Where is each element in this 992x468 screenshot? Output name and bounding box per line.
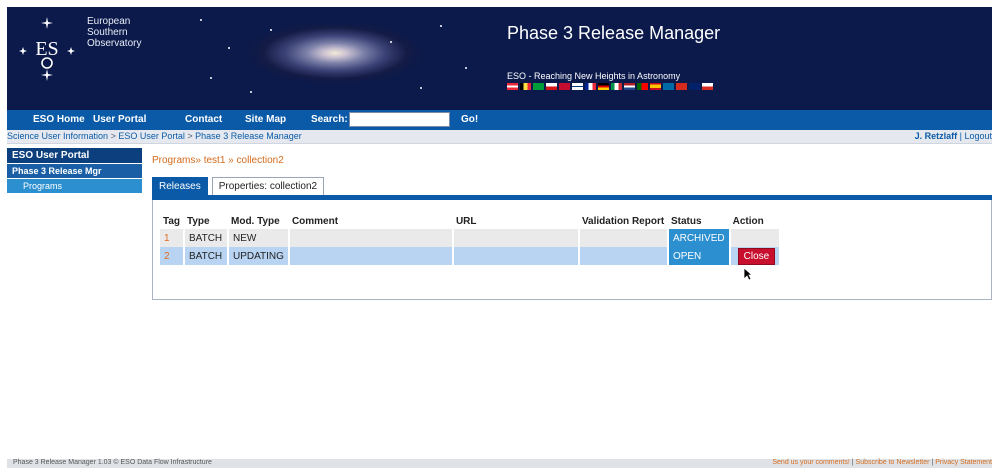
eso-logo-icon[interactable]: ES bbox=[17, 13, 77, 81]
table-row[interactable]: 1 BATCH NEW ARCHIVED bbox=[160, 229, 782, 247]
flag-icon[interactable] bbox=[533, 83, 544, 90]
flag-icon[interactable] bbox=[663, 83, 674, 90]
go-button[interactable]: Go! bbox=[461, 114, 478, 125]
column-header: Comment bbox=[291, 215, 339, 227]
comment-cell bbox=[288, 229, 454, 247]
status-badge: ARCHIVED bbox=[667, 229, 731, 247]
logout-link[interactable]: Logout bbox=[964, 131, 992, 141]
flag-icon[interactable] bbox=[585, 83, 596, 90]
close-release-button[interactable]: Close bbox=[737, 247, 776, 265]
nav-contact[interactable]: Contact bbox=[185, 114, 222, 125]
breadcrumb: Science User Information > ESO User Port… bbox=[7, 131, 302, 141]
path-link[interactable]: test1 bbox=[204, 155, 226, 166]
footer-comments-link[interactable]: Send us your comments! bbox=[772, 459, 849, 466]
table-row[interactable]: 2 BATCH UPDATING OPEN Close bbox=[160, 247, 782, 265]
mouse-pointer-icon bbox=[743, 267, 753, 281]
footer-copyright: Phase 3 Release Manager 1.03 © ESO Data … bbox=[13, 459, 212, 466]
action-cell: Close bbox=[729, 247, 782, 265]
column-header: Tag bbox=[163, 215, 181, 227]
path-separator: » bbox=[228, 155, 234, 166]
tag-cell[interactable]: 2 bbox=[160, 247, 185, 265]
org-line: European bbox=[87, 16, 131, 27]
breadcrumb-separator: > bbox=[110, 131, 116, 141]
comment-cell bbox=[288, 247, 454, 265]
flag-icon[interactable] bbox=[650, 83, 661, 90]
column-header: Mod. Type bbox=[231, 215, 280, 227]
flag-icon[interactable] bbox=[611, 83, 622, 90]
sidebar-title[interactable]: ESO User Portal bbox=[7, 148, 142, 163]
type-cell: BATCH bbox=[184, 229, 229, 247]
footer-separator: | bbox=[931, 459, 934, 466]
search-label: Search: bbox=[311, 114, 348, 125]
flag-icon[interactable] bbox=[546, 83, 557, 90]
footer-newsletter-link[interactable]: Subscribe to Newsletter bbox=[856, 459, 930, 466]
status-badge: OPEN bbox=[667, 247, 731, 265]
flag-icon[interactable] bbox=[637, 83, 648, 90]
url-cell bbox=[452, 247, 580, 265]
mod-type-cell: NEW bbox=[228, 229, 290, 247]
path-separator: » bbox=[195, 155, 201, 166]
column-header: URL bbox=[455, 215, 477, 227]
table-header-row: Tag Type Mod. Type Comment URL Validatio… bbox=[160, 213, 780, 229]
flag-icon[interactable] bbox=[598, 83, 609, 90]
breadcrumb-bar: Science User Information > ESO User Port… bbox=[7, 130, 992, 144]
org-name: European Southern Observatory bbox=[87, 16, 141, 49]
flag-icon[interactable] bbox=[559, 83, 570, 90]
tab-releases[interactable]: Releases bbox=[152, 177, 208, 195]
column-header: Type bbox=[187, 215, 210, 227]
program-path: Programs» test1 » collection2 bbox=[152, 155, 284, 166]
breadcrumb-link[interactable]: Science User Information bbox=[7, 131, 108, 141]
flag-icon[interactable] bbox=[624, 83, 635, 90]
validation-cell bbox=[578, 247, 669, 265]
tab-bar: Releases Properties: collection2 bbox=[152, 177, 328, 195]
flag-icon[interactable] bbox=[520, 83, 531, 90]
path-link[interactable]: Programs bbox=[152, 155, 195, 166]
releases-table: Tag Type Mod. Type Comment URL Validatio… bbox=[160, 213, 782, 265]
galaxy-banner-image bbox=[180, 7, 490, 103]
nav-eso-home[interactable]: ESO Home bbox=[33, 114, 85, 125]
tagline: ESO - Reaching New Heights in Astronomy bbox=[507, 71, 681, 81]
column-header: Validation Report bbox=[581, 215, 665, 227]
flag-icon[interactable] bbox=[689, 83, 700, 90]
tag-cell[interactable]: 1 bbox=[160, 229, 185, 247]
validation-cell bbox=[578, 229, 669, 247]
flag-icon[interactable] bbox=[572, 83, 583, 90]
footer-links: Send us your comments! | Subscribe to Ne… bbox=[772, 459, 992, 466]
nav-user-portal[interactable]: User Portal bbox=[93, 114, 146, 125]
column-header: Status bbox=[670, 215, 702, 227]
column-header: Action bbox=[732, 215, 764, 227]
path-link[interactable]: collection2 bbox=[237, 155, 284, 166]
user-info: J. Retzlaff | Logout bbox=[915, 131, 992, 141]
site-header: ES European Southern Observatory Phase 3… bbox=[7, 7, 992, 110]
nav-site-map[interactable]: Site Map bbox=[245, 114, 286, 125]
tab-properties[interactable]: Properties: collection2 bbox=[211, 177, 325, 195]
flag-icon[interactable] bbox=[676, 83, 687, 90]
breadcrumb-link[interactable]: ESO User Portal bbox=[118, 131, 185, 141]
org-line: Observatory bbox=[87, 38, 142, 49]
flag-icon[interactable] bbox=[507, 83, 518, 90]
page-footer: Phase 3 Release Manager 1.03 © ESO Data … bbox=[7, 459, 992, 468]
sidebar-section[interactable]: Phase 3 Release Mgr bbox=[7, 164, 142, 178]
flag-icon[interactable] bbox=[702, 83, 713, 90]
search-input[interactable] bbox=[349, 112, 450, 127]
main-nav: ESO Home User Portal Contact Site Map Se… bbox=[7, 110, 992, 130]
breadcrumb-separator: > bbox=[187, 131, 193, 141]
footer-privacy-link[interactable]: Privacy Statement bbox=[935, 459, 992, 466]
url-cell bbox=[452, 229, 580, 247]
user-separator: | bbox=[959, 131, 962, 141]
org-line: Southern bbox=[87, 27, 128, 38]
mod-type-cell: UPDATING bbox=[228, 247, 290, 265]
app-title: Phase 3 Release Manager bbox=[507, 23, 721, 43]
action-cell bbox=[729, 229, 782, 247]
user-name[interactable]: J. Retzlaff bbox=[915, 131, 958, 141]
type-cell: BATCH bbox=[184, 247, 229, 265]
language-flags bbox=[507, 83, 713, 90]
breadcrumb-link[interactable]: Phase 3 Release Manager bbox=[195, 131, 302, 141]
footer-separator: | bbox=[851, 459, 854, 466]
svg-text:ES: ES bbox=[35, 38, 58, 60]
sidebar-item-programs[interactable]: Programs bbox=[7, 179, 142, 193]
